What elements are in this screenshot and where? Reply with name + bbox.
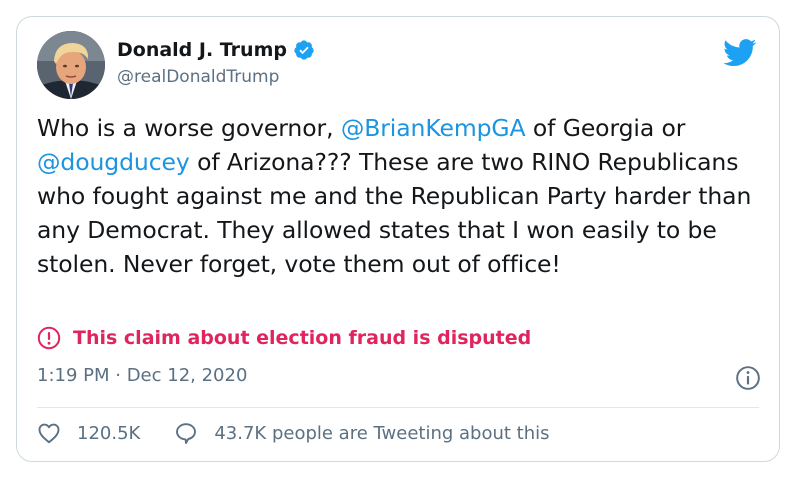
heart-icon xyxy=(38,423,60,444)
divider xyxy=(37,407,759,408)
author-name-row: Donald J. Trump xyxy=(117,37,315,63)
avatar[interactable] xyxy=(37,31,105,99)
like-button[interactable]: 120.5K xyxy=(37,421,140,445)
tweet-timestamp[interactable]: 1:19 PM · Dec 12, 2020 xyxy=(37,365,247,386)
tweet-text-segment: of Georgia or xyxy=(525,114,686,142)
exclamation-circle-icon xyxy=(37,326,61,350)
twitter-bird-icon[interactable] xyxy=(723,39,757,67)
mention-link-briankempga[interactable]: @BrianKempGA xyxy=(341,114,526,142)
tweeting-about-link[interactable]: 43.7K people are Tweeting about this xyxy=(174,421,550,445)
disputed-claim-text[interactable]: This claim about election fraud is dispu… xyxy=(73,327,531,349)
author-display-name[interactable]: Donald J. Trump xyxy=(117,39,287,61)
author-handle[interactable]: @realDonaldTrump xyxy=(117,67,279,87)
avatar-image xyxy=(37,31,105,99)
tweet-actions: 120.5K 43.7K people are Tweeting about t… xyxy=(37,419,550,447)
tweet-text: Who is a worse governor, @BrianKempGA of… xyxy=(37,111,767,281)
speech-bubble-icon xyxy=(176,423,197,444)
mention-link-dougducey[interactable]: @dougducey xyxy=(37,148,190,176)
info-icon[interactable] xyxy=(735,365,761,391)
tweet-card: Donald J. Trump @realDonaldTrump Who is … xyxy=(16,16,780,462)
verified-badge-icon xyxy=(294,40,314,60)
disputed-claim-notice[interactable]: This claim about election fraud is dispu… xyxy=(37,325,531,351)
tweet-text-segment: Who is a worse governor, xyxy=(37,114,341,142)
tweeting-about-text: 43.7K people are Tweeting about this xyxy=(214,422,550,444)
like-count: 120.5K xyxy=(77,422,141,444)
